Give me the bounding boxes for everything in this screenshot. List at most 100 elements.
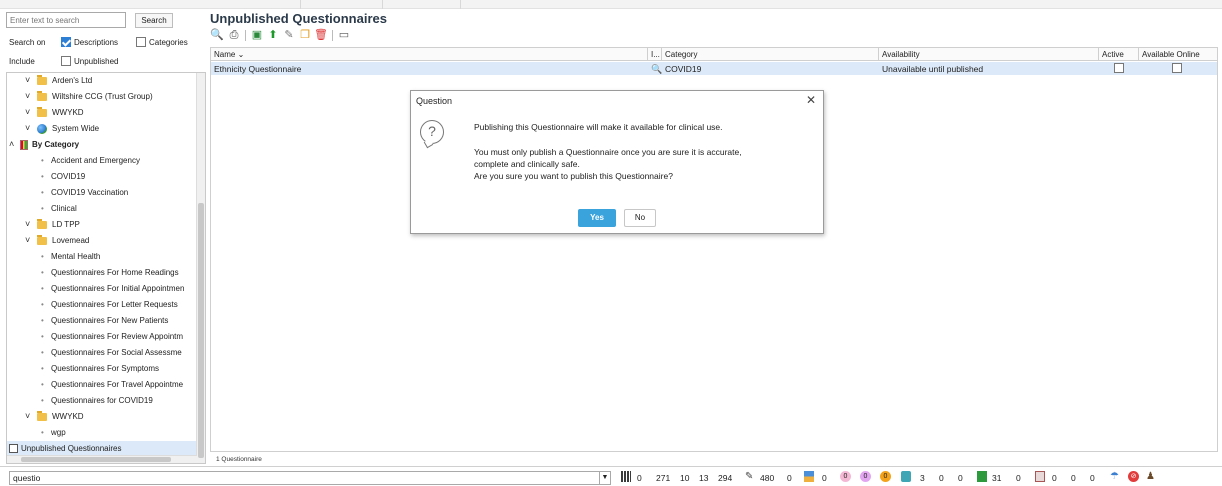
status-count: 31 [992,473,1002,483]
tree-item[interactable]: • Questionnaires For Social Assessme [7,345,197,361]
status-badge[interactable]: 0 [840,471,851,482]
column-available-online[interactable]: Available Online [1139,48,1217,61]
status-count: 13 [699,473,709,483]
tree-item[interactable]: ˅ Arden's Ltd [7,73,197,89]
search-icon[interactable]: 🔍 [210,28,224,42]
descriptions-checkbox[interactable] [61,37,71,47]
scroll-thumb[interactable] [198,203,204,458]
categories-checkbox[interactable] [136,37,146,47]
chevron-up-icon[interactable]: ˄ [9,139,14,149]
status-badge[interactable]: 0 [860,471,871,482]
tree-item[interactable]: • Questionnaires For Symptoms [7,361,197,377]
tree-item[interactable]: • Questionnaires For Review Appointm [7,329,197,345]
tree-item[interactable]: • COVID19 [7,169,197,185]
status-count: 0 [1071,473,1076,483]
pen-icon[interactable]: ✎ [745,471,755,482]
tree-item[interactable]: ˅ LD TPP [7,217,197,233]
bullet-icon: • [41,332,44,341]
chevron-down-icon[interactable]: ˅ [25,91,30,101]
task-icon[interactable] [977,471,987,482]
magnifier-icon[interactable]: 🔍 [648,62,662,75]
no-button[interactable]: No [624,209,656,227]
category-tree: ˅ Arden's Ltd ˅ Wiltshire CCG (Trust Group)… [6,72,206,464]
search-input[interactable] [6,12,126,28]
document-icon[interactable] [1035,471,1045,482]
column-info[interactable]: I... [648,48,662,61]
chevron-down-icon[interactable]: ˅ [25,123,30,133]
tree-item[interactable]: • Clinical [7,201,197,217]
column-active[interactable]: Active [1099,48,1139,61]
tree-item[interactable]: • Mental Health [7,249,197,265]
chevron-down-icon[interactable]: ˅ [25,219,30,229]
bullet-icon: • [41,284,44,293]
tree-item-label: Accident and Emergency [51,156,140,165]
table-row[interactable]: Ethnicity Questionnaire 🔍 COVID19 Unavai… [211,62,1217,75]
bullet-icon: • [41,252,44,261]
edit-icon[interactable]: ✎ [282,28,296,42]
active-checkbox[interactable] [1114,63,1124,73]
status-count: 0 [822,473,827,483]
yes-button[interactable]: Yes [578,209,616,227]
tree-item[interactable]: ˅ System Wide [7,121,197,137]
view-icon[interactable]: ▣ [250,28,264,42]
calendar-icon[interactable] [901,471,911,482]
column-availability[interactable]: Availability [879,48,1099,61]
chevron-down-icon[interactable]: ▼ [599,472,610,484]
tree-item[interactable]: • Questionnaires For Initial Appointmen [7,281,197,297]
cell-name: Ethnicity Questionnaire [214,64,302,74]
tree-item[interactable]: • COVID19 Vaccination [7,185,197,201]
bullet-icon: • [41,348,44,357]
chevron-down-icon[interactable]: ˅ [25,107,30,117]
chevron-down-icon[interactable]: ˅ [25,235,30,245]
tree-item[interactable]: • Questionnaires For Home Readings [7,265,197,281]
chevron-down-icon[interactable]: ˅ [25,411,30,421]
tree-item[interactable]: ˅ WWYKD [7,409,197,425]
bullet-icon: • [41,172,44,181]
tree-item-label: WWYKD [52,108,84,117]
copy-icon[interactable]: ❐ [298,28,312,42]
status-count: 480 [760,473,775,483]
tree-item[interactable]: ˅ Wiltshire CCG (Trust Group) [7,89,197,105]
tree-item[interactable]: ˅ Lovemead [7,233,197,249]
edit-document-icon [9,444,18,453]
status-badge[interactable]: 0 [880,471,891,482]
search-button[interactable]: Search [135,13,173,28]
tree-item[interactable]: • Questionnaires For Letter Requests [7,297,197,313]
column-category[interactable]: Category [662,48,879,61]
tree-item[interactable]: • Accident and Emergency [7,153,197,169]
weather-icon[interactable]: ☂ [1110,471,1120,482]
user-icon[interactable]: ♟ [1146,471,1156,482]
print-icon[interactable]: ⎙ [227,28,241,42]
close-icon[interactable]: ✕ [806,93,816,107]
chevron-down-icon[interactable]: ˅ [25,75,30,85]
tree-horizontal-scrollbar[interactable] [7,455,197,463]
page-title: Unpublished Questionnaires [210,11,387,26]
command-input[interactable]: questio ▼ [9,471,611,485]
available-online-checkbox[interactable] [1172,63,1182,73]
tree-item-label: System Wide [52,124,100,133]
tree-item[interactable]: • wgp [7,425,197,441]
block-icon[interactable]: ⊘ [1128,471,1139,482]
column-name[interactable]: Name ⌄ [211,48,648,61]
publish-confirm-dialog: Question ✕ ? Publishing this Questionnai… [410,90,824,234]
tree-vertical-scrollbar[interactable] [196,73,205,463]
barcode-icon[interactable] [621,471,631,482]
include-label: Include [9,57,35,66]
window-icon[interactable]: ▭ [337,28,351,42]
unpublished-checkbox[interactable] [61,56,71,66]
chevron-down-icon: ⌄ [237,50,245,59]
publish-icon[interactable]: ⬆ [266,28,280,42]
tree-item[interactable]: • Questionnaires For New Patients [7,313,197,329]
search-row: Search [6,11,206,31]
scroll-thumb[interactable] [21,457,171,462]
status-count: 271 [656,473,671,483]
tree-item[interactable]: ˄ By Category [7,137,197,153]
command-input-value: questio [13,473,41,483]
status-count: 294 [718,473,733,483]
tree-item[interactable]: • Questionnaires For Travel Appointme [7,377,197,393]
search-on-row: Search on Descriptions Categories [6,35,206,51]
tree-item[interactable]: • Questionnaires for COVID19 [7,393,197,409]
delete-icon[interactable]: 🗑 [314,28,328,42]
tree-item[interactable]: ˅ WWYKD [7,105,197,121]
inbox-icon[interactable] [804,471,814,482]
